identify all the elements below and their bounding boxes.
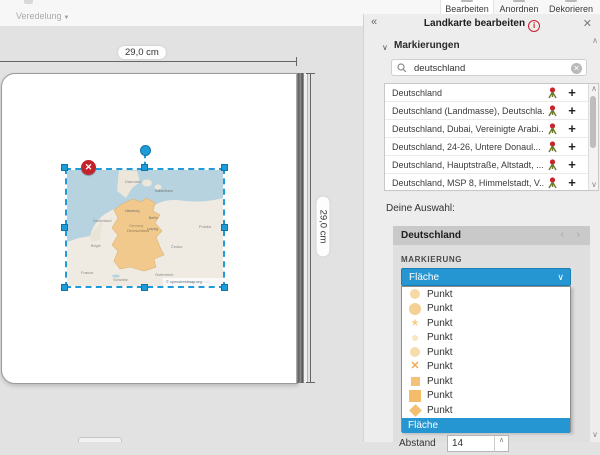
marker-cross-icon: ✕ [410,361,419,372]
page-edge [304,74,308,382]
add-marker-button[interactable]: + [565,121,579,136]
option-punkt[interactable]: Punkt [402,403,570,418]
panel-header: « Landkarte bearbeiteni ✕ [364,14,600,32]
result-row[interactable]: Deutschland, MSP 8, Himmelstadt, V... + [385,174,598,192]
resize-handle-bottom-center[interactable] [141,284,148,291]
add-marker-button[interactable]: + [565,175,579,190]
marker-circle-pale-icon [410,289,420,299]
delete-object-button[interactable]: ✕ [81,160,96,175]
resize-handle-bottom-right[interactable] [221,284,228,291]
spinner-up-icon[interactable]: ∧ [494,436,508,452]
selection-section-label: Deine Auswahl: [386,203,455,214]
result-row[interactable]: Deutschland, Dubai, Vereinigte Arabi... … [385,120,598,138]
locate-on-map-icon[interactable] [547,177,558,189]
marker-card-title: Deutschland [401,230,461,241]
cropped-bottom-control [78,437,122,442]
resize-handle-top-right[interactable] [221,164,228,171]
clipped-setting-row: Abstand 14 ∧ [395,435,585,455]
place-search-box: ✕ [391,59,587,76]
search-input[interactable] [412,61,566,76]
option-punkt[interactable]: Punkt [402,374,570,389]
marker-star-icon: * [412,323,419,329]
search-icon [397,63,407,73]
height-dimension-line [310,73,311,383]
marker-square-large-icon [409,390,421,402]
resize-handle-top-left[interactable] [61,164,68,171]
marker-circle-soft-icon [410,347,420,357]
option-punkt[interactable]: ✕Punkt [402,360,570,375]
search-results-list: Deutschland + Deutschland (Landmasse), D… [384,83,599,191]
panel-scroll-up-icon[interactable]: ∧ [592,36,598,45]
marker-square-small-icon [411,377,420,386]
markierung-label: MARKIERUNG [401,255,462,264]
locate-on-map-icon[interactable] [547,141,558,153]
info-icon[interactable]: i [528,20,540,32]
results-scroll-thumb[interactable] [590,96,596,148]
selection-border [65,168,225,288]
locate-on-map-icon[interactable] [547,159,558,171]
map-edit-panel: « Landkarte bearbeiteni ✕ ∧ ∨ ∨ Markieru… [363,14,600,442]
locate-on-map-icon[interactable] [547,123,558,135]
design-canvas[interactable]: 29,0 cm 29,0 cm Danmark København Hambur… [0,26,363,442]
arrange-icon [513,0,525,2]
resize-handle-mid-left[interactable] [61,224,68,231]
marker-circle-medium-icon [409,303,421,315]
chevron-down-icon: ∨ [557,272,564,283]
add-marker-button[interactable]: + [565,157,579,172]
resize-handle-mid-right[interactable] [221,224,228,231]
option-punkt[interactable]: Punkt [402,287,570,302]
clear-search-button[interactable]: ✕ [571,63,582,74]
option-punkt[interactable]: *Punkt [402,316,570,331]
add-marker-button[interactable]: + [565,103,579,118]
width-dimension-tick [296,57,297,66]
width-dimension-line [0,61,297,62]
results-scroll-down-icon[interactable]: ∨ [591,180,597,189]
add-marker-button[interactable]: + [565,139,579,154]
close-panel-button[interactable]: ✕ [583,17,592,30]
selected-marker-card: Deutschland ‹ › MARKIERUNG Fläche ∨ Punk… [393,226,590,442]
results-scroll-up-icon[interactable]: ∧ [591,84,597,93]
page-height-label: 29,0 cm [317,197,330,257]
locate-on-map-icon[interactable] [547,105,558,117]
marker-card-header: Deutschland ‹ › [393,226,590,245]
panel-title: Landkarte bearbeiteni [364,18,600,32]
option-punkt[interactable]: Punkt [402,345,570,360]
add-marker-button[interactable]: + [565,85,579,100]
rotation-handle[interactable] [140,145,151,156]
option-punkt[interactable]: Punkt [402,331,570,346]
veredelung-dropdown[interactable]: Veredelung▼ [16,11,70,21]
panel-scroll-down-icon[interactable]: ∨ [592,430,598,439]
option-punkt[interactable]: Punkt [402,302,570,317]
book-spine [296,73,304,383]
resize-handle-bottom-left[interactable] [61,284,68,291]
resize-handle-top-center[interactable] [141,164,148,171]
cropped-toolbar-icon [24,0,33,4]
prev-marker-icon[interactable]: ‹ [560,229,564,241]
tab-bar: Bearbeiten Anordnen Dekorieren [441,0,597,15]
section-chevron-icon[interactable]: ∨ [382,43,388,52]
option-punkt[interactable]: Punkt [402,389,570,404]
marker-circle-tiny-icon [412,335,418,341]
marker-style-select[interactable]: Fläche ∨ [401,268,571,286]
locate-on-map-icon[interactable] [547,87,558,99]
marker-style-dropdown: Punkt Punkt *Punkt Punkt Punkt ✕Punkt Pu… [401,286,571,432]
result-row[interactable]: Deutschland, 24-26, Untere Donaul... + [385,138,598,156]
result-row[interactable]: Deutschland + [385,84,598,102]
results-scrollbar[interactable]: ∧ ∨ [588,84,598,190]
section-markierungen-label[interactable]: Markierungen [394,40,460,51]
height-dimension-tick-bottom [306,382,315,383]
decorate-icon [565,0,577,2]
chevron-down-icon: ▼ [64,15,70,21]
clipped-setting-input[interactable]: 14 ∧ [447,435,509,452]
option-flaeche-selected[interactable]: Fläche [402,418,570,433]
pencil-icon [461,0,473,2]
clipped-setting-label: Abstand [399,438,436,449]
next-marker-icon[interactable]: › [576,229,580,241]
result-row[interactable]: Deutschland (Landmasse), Deutschla... + [385,102,598,120]
page-width-label: 29,0 cm [118,46,166,59]
result-row[interactable]: Deutschland, Hauptstraße, Altstadt, ... … [385,156,598,174]
marker-diamond-icon [409,404,422,417]
height-dimension-tick-top [306,73,315,74]
